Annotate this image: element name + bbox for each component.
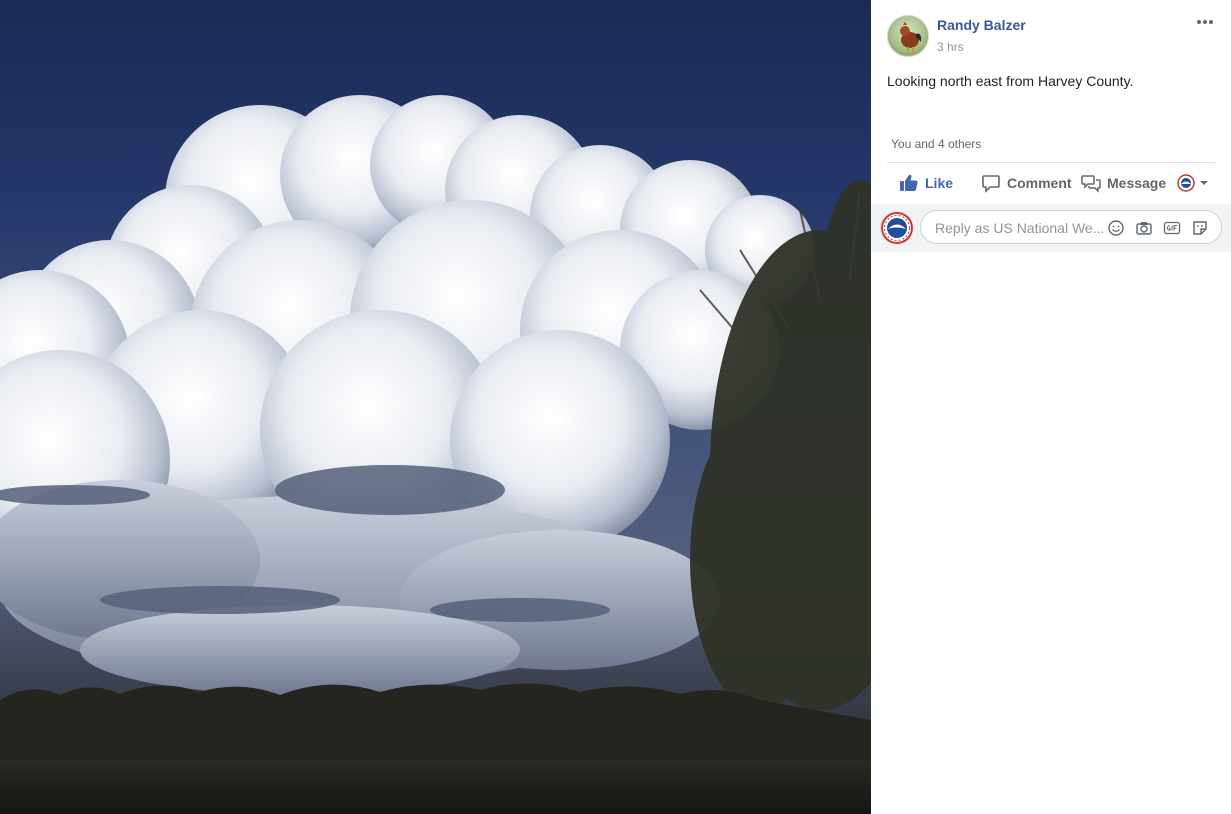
comment-button[interactable]: Comment bbox=[981, 168, 1072, 198]
author-avatar[interactable] bbox=[887, 15, 929, 57]
message-label: Message bbox=[1107, 175, 1167, 191]
like-label: Like bbox=[925, 175, 954, 191]
speech-bubble-icon bbox=[982, 175, 1000, 193]
reply-input[interactable] bbox=[933, 218, 1105, 238]
messenger-bubbles-icon bbox=[1081, 175, 1101, 193]
author-name[interactable]: Randy Balzer bbox=[937, 17, 1026, 33]
divider bbox=[887, 162, 1215, 163]
comment-label: Comment bbox=[1007, 175, 1072, 191]
message-button[interactable]: Message bbox=[1081, 168, 1166, 198]
thumbs-up-icon bbox=[900, 174, 918, 191]
like-button[interactable]: Like bbox=[899, 168, 953, 198]
camera-icon[interactable] bbox=[1135, 219, 1153, 237]
post-photo[interactable] bbox=[0, 0, 871, 814]
post-timestamp[interactable]: 3 hrs bbox=[937, 40, 964, 54]
reactions-summary[interactable]: You and 4 others bbox=[891, 137, 981, 151]
reply-box bbox=[920, 210, 1222, 244]
nws-logo-icon bbox=[1177, 174, 1195, 192]
comment-composer bbox=[871, 204, 1231, 252]
post-caption: Looking north east from Harvey County. bbox=[887, 73, 1134, 89]
rooster-icon bbox=[900, 22, 922, 53]
chevron-down-icon bbox=[1200, 181, 1208, 185]
page-switcher[interactable] bbox=[1177, 168, 1209, 198]
nws-logo-icon bbox=[881, 212, 913, 244]
storm-cloud-photo bbox=[0, 95, 871, 814]
post-side-panel: Randy Balzer 3 hrs Looking north east fr… bbox=[871, 0, 1231, 814]
page-avatar[interactable] bbox=[880, 211, 914, 245]
gif-icon[interactable] bbox=[1163, 219, 1181, 237]
post-actions-bar: Like Comment Message bbox=[887, 168, 1217, 200]
sticker-icon[interactable] bbox=[1191, 219, 1209, 237]
more-options-icon[interactable] bbox=[1195, 12, 1215, 32]
smiley-icon[interactable] bbox=[1107, 219, 1125, 237]
